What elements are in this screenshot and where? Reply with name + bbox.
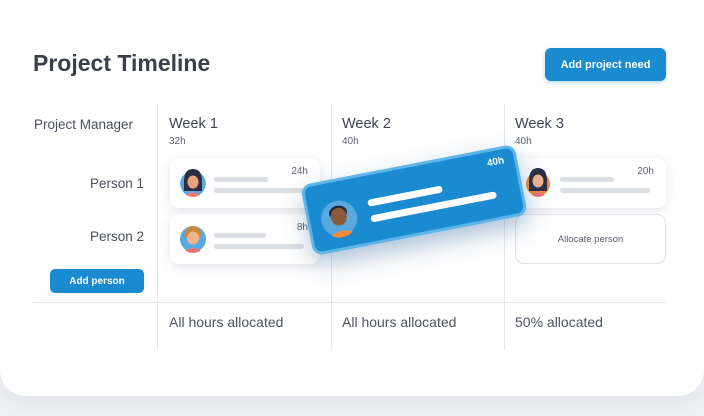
person-2-label: Person 2 [89, 229, 144, 244]
allocate-person-slot[interactable]: Allocate person [515, 214, 666, 264]
placeholder-bar [560, 177, 614, 182]
dragged-assignment-hours: 40h [486, 155, 506, 170]
placeholder-bar [214, 177, 268, 182]
week-3-hours: 40h [515, 136, 532, 147]
avatar [179, 223, 207, 253]
avatar [180, 167, 206, 197]
footer-divider [33, 302, 666, 303]
assignment-card-w1-p1[interactable]: 24h [170, 158, 320, 208]
assignment-hours: 20h [637, 166, 654, 177]
week-2-footer: All hours allocated [342, 314, 457, 330]
column-divider [157, 104, 158, 350]
week-2-hours: 40h [342, 136, 359, 147]
placeholder-bar [560, 188, 650, 193]
week-3-footer: 50% allocated [515, 314, 603, 330]
week-3-title: Week 3 [515, 116, 564, 132]
person-1-label: Person 1 [89, 176, 144, 191]
add-person-button[interactable]: Add person [50, 269, 144, 293]
avatar [525, 165, 551, 197]
project-manager-header: Project Manager [34, 117, 134, 132]
assignment-card-w1-p2[interactable]: 8h [170, 214, 320, 264]
week-1-title: Week 1 [169, 116, 218, 132]
add-project-need-button[interactable]: Add project need [545, 48, 666, 81]
placeholder-bar [214, 188, 306, 193]
placeholder-bar [214, 244, 304, 249]
assignment-hours: 24h [291, 166, 308, 177]
avatar [317, 194, 362, 241]
page-title: Project Timeline [33, 50, 211, 76]
column-divider [504, 104, 505, 350]
week-1-hours: 32h [169, 136, 186, 147]
week-2-title: Week 2 [342, 116, 391, 132]
assignment-card-w3-p1[interactable]: 20h [515, 158, 666, 208]
placeholder-bar [214, 233, 266, 238]
assignment-hours: 8h [296, 222, 308, 233]
week-1-footer: All hours allocated [169, 314, 284, 330]
